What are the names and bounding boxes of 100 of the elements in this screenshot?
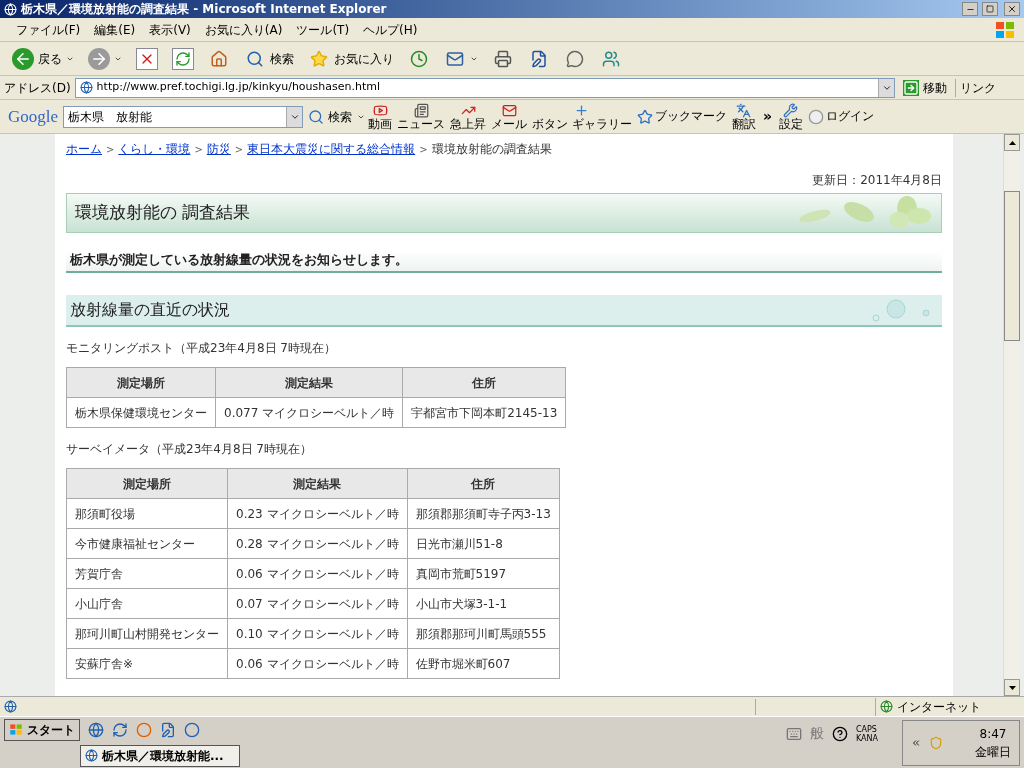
plus-icon [574,102,590,118]
browser-icon [4,2,17,16]
more-button[interactable]: » [758,106,776,127]
toolbar-button[interactable]: 急上昇 [448,102,489,131]
breadcrumb-link[interactable]: ホーム [66,140,102,158]
refresh-icon[interactable] [112,721,128,738]
search-icon [308,108,325,125]
toolbar-button[interactable]: 戻る [8,44,78,73]
menu-item[interactable]: お気に入り(A) [204,20,283,39]
expand-icon[interactable] [911,737,921,748]
search-button[interactable]: 検索 [304,107,357,126]
kana-indicator: KANA [855,733,878,743]
table-cell: 0.07 マイクロシーベルト／時 [227,588,408,619]
start-button[interactable]: スタート [4,718,80,741]
table-cell: 0.28 マイクロシーベルト／時 [227,528,408,559]
toolbar-button[interactable]: 翻訳 [729,102,758,131]
table-cell: 那須町役場 [66,498,228,529]
scroll-down-icon [1008,685,1016,690]
toolbar-button[interactable]: ニュース [395,102,448,131]
lead-text: 栃木県が測定している放射線量の状況をお知らせします。 [70,250,408,269]
maximize-icon [986,5,994,13]
updated-date: 更新日：2011年4月8日 [812,172,942,189]
table-cell: 0.077 マイクロシーベルト／時 [215,397,403,428]
zone-label: インターネット [897,698,981,716]
windows-logo [9,723,23,736]
toolbar-button[interactable]: 設定 [776,102,805,131]
toolbar-button[interactable]: 動画 [366,102,395,131]
newspaper-icon [413,102,429,118]
breadcrumb-link[interactable]: 東日本大震災に関する総合情報 [247,140,416,158]
breadcrumb-link[interactable]: 防災 [206,140,231,158]
menu-item[interactable]: ファイル(F) [16,20,81,39]
breadcrumb-separator: > [106,142,115,157]
toolbar-button[interactable]: 検索 [240,44,298,73]
toolbar-button[interactable]: ボタン ギャラリー [530,102,634,131]
column-header: 測定場所 [66,468,228,499]
table-cell: 0.10 マイクロシーベルト／時 [227,618,408,649]
address-field[interactable]: http://www.pref.tochigi.lg.jp/kinkyu/houshasen.html [74,77,895,98]
page-icon [79,81,93,94]
search-field[interactable]: 栃木県 放射能 [63,105,304,128]
maximize-button[interactable] [982,2,998,16]
table-cell: 小山市犬塚3-1-1 [407,588,560,619]
toolbar-button[interactable]: メール [489,102,530,131]
table-caption: サーベイメータ（平成23年4月8日 7時現在） [66,442,312,456]
close-button[interactable] [1004,2,1020,16]
star-icon [636,108,653,125]
column-header: 住所 [407,468,560,499]
scroll-up-icon [1008,140,1016,145]
table-cell: 0.23 マイクロシーベルト／時 [227,498,408,529]
wrench-icon [783,102,799,118]
forward-icon [88,47,110,70]
section-title: 放射線量の直近の状況 [70,299,230,321]
breadcrumb-separator: > [194,142,203,157]
help-icon [831,725,848,742]
table-cell: 今市健康福祉センター [66,528,228,559]
column-header: 測定結果 [227,468,408,499]
window-title: 栃木県／環境放射能の調査結果 - Microsoft Internet Explorer [21,1,388,18]
google-logo: Google [7,105,60,128]
circle-icon [807,108,824,125]
table-cell: 那須郡那珂川町馬頭555 [407,618,560,649]
translate-icon [736,102,752,118]
page-icon [4,700,17,713]
ime-mode: 般 [809,724,824,743]
circle-icon[interactable] [184,721,200,738]
table-cell: 小山庁舎 [66,588,228,619]
back-icon [12,47,34,70]
table-cell: 佐野市堀米町607 [407,648,560,679]
edit-icon[interactable] [160,721,176,738]
toolbar-button[interactable]: ログイン [805,108,876,125]
links-button[interactable]: リンク [955,78,1020,97]
address-label: アドレス(D) [4,79,71,97]
column-header: 測定場所 [66,367,216,398]
scroll-thumb[interactable] [1004,191,1020,341]
menu-item[interactable]: ヘルプ(H) [363,20,418,39]
go-button[interactable]: 移動 [899,78,951,97]
clock-time: 8:47 [979,725,1007,743]
keyboard-icon [785,725,802,742]
media-player-icon[interactable] [136,721,152,738]
minimize-button[interactable] [962,2,978,16]
mail-icon [501,102,517,118]
menu-item[interactable]: ツール(T) [296,20,350,39]
breadcrumb-separator: > [234,142,244,157]
browser-icon [85,749,98,762]
toolbar-button[interactable]: ブックマーク [634,108,729,125]
table-cell: 0.06 マイクロシーベルト／時 [227,558,408,589]
table-cell: 日光市瀬川51-8 [407,528,560,559]
video-icon [372,102,388,118]
clock-day: 金曜日 [975,742,1011,761]
toolbar-button[interactable]: お気に入り [304,44,398,73]
menu-item[interactable]: 表示(V) [149,20,191,39]
table-cell: 宇都宮市下岡本町2145-13 [402,397,566,428]
refresh-icon [172,47,194,70]
menu-item[interactable]: 編集(E) [94,20,136,39]
table-cell: 安蘇庁舎※ [66,648,228,679]
taskbar-button[interactable]: 栃木県／環境放射能... [80,744,240,767]
breadcrumb-current: 環境放射能の調査結果 [431,141,552,158]
browser-icon[interactable] [88,721,104,738]
column-header: 測定結果 [215,367,403,398]
column-header: 住所 [402,367,566,398]
page-title: 環境放射能の 調査結果 [75,201,251,225]
breadcrumb-link[interactable]: くらし・環境 [118,140,191,158]
